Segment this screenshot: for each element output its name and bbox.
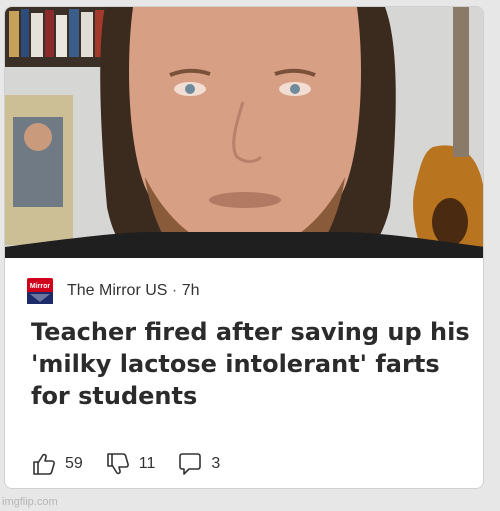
comment-count: 3 xyxy=(211,455,221,472)
logo-text: Mirror xyxy=(30,283,51,290)
thumbs-down-icon xyxy=(105,451,131,477)
comment-button[interactable]: 3 xyxy=(177,451,220,477)
thumbs-up-icon xyxy=(31,451,57,477)
news-card[interactable]: Mirror The Mirror US · 7h Teacher fired … xyxy=(4,6,484,489)
like-count: 59 xyxy=(65,455,83,472)
imgflip-watermark: imgflip.com xyxy=(2,496,58,508)
article-image[interactable] xyxy=(5,7,483,258)
source-name: The Mirror US xyxy=(67,282,168,299)
mirror-logo-icon: Mirror xyxy=(27,278,53,304)
article-age: 7h xyxy=(181,282,200,299)
article-source[interactable]: Mirror The Mirror US · 7h xyxy=(27,278,199,304)
reaction-bar: 59 11 3 xyxy=(31,451,242,477)
dislike-button[interactable]: 11 xyxy=(105,451,156,477)
like-button[interactable]: 59 xyxy=(31,451,83,477)
article-headline[interactable]: Teacher fired after saving up his 'milky… xyxy=(31,316,471,412)
source-meta: The Mirror US · 7h xyxy=(67,282,199,300)
source-separator: · xyxy=(171,282,178,299)
comment-icon xyxy=(177,451,203,477)
dislike-count: 11 xyxy=(138,455,156,472)
article-photo xyxy=(5,7,483,258)
